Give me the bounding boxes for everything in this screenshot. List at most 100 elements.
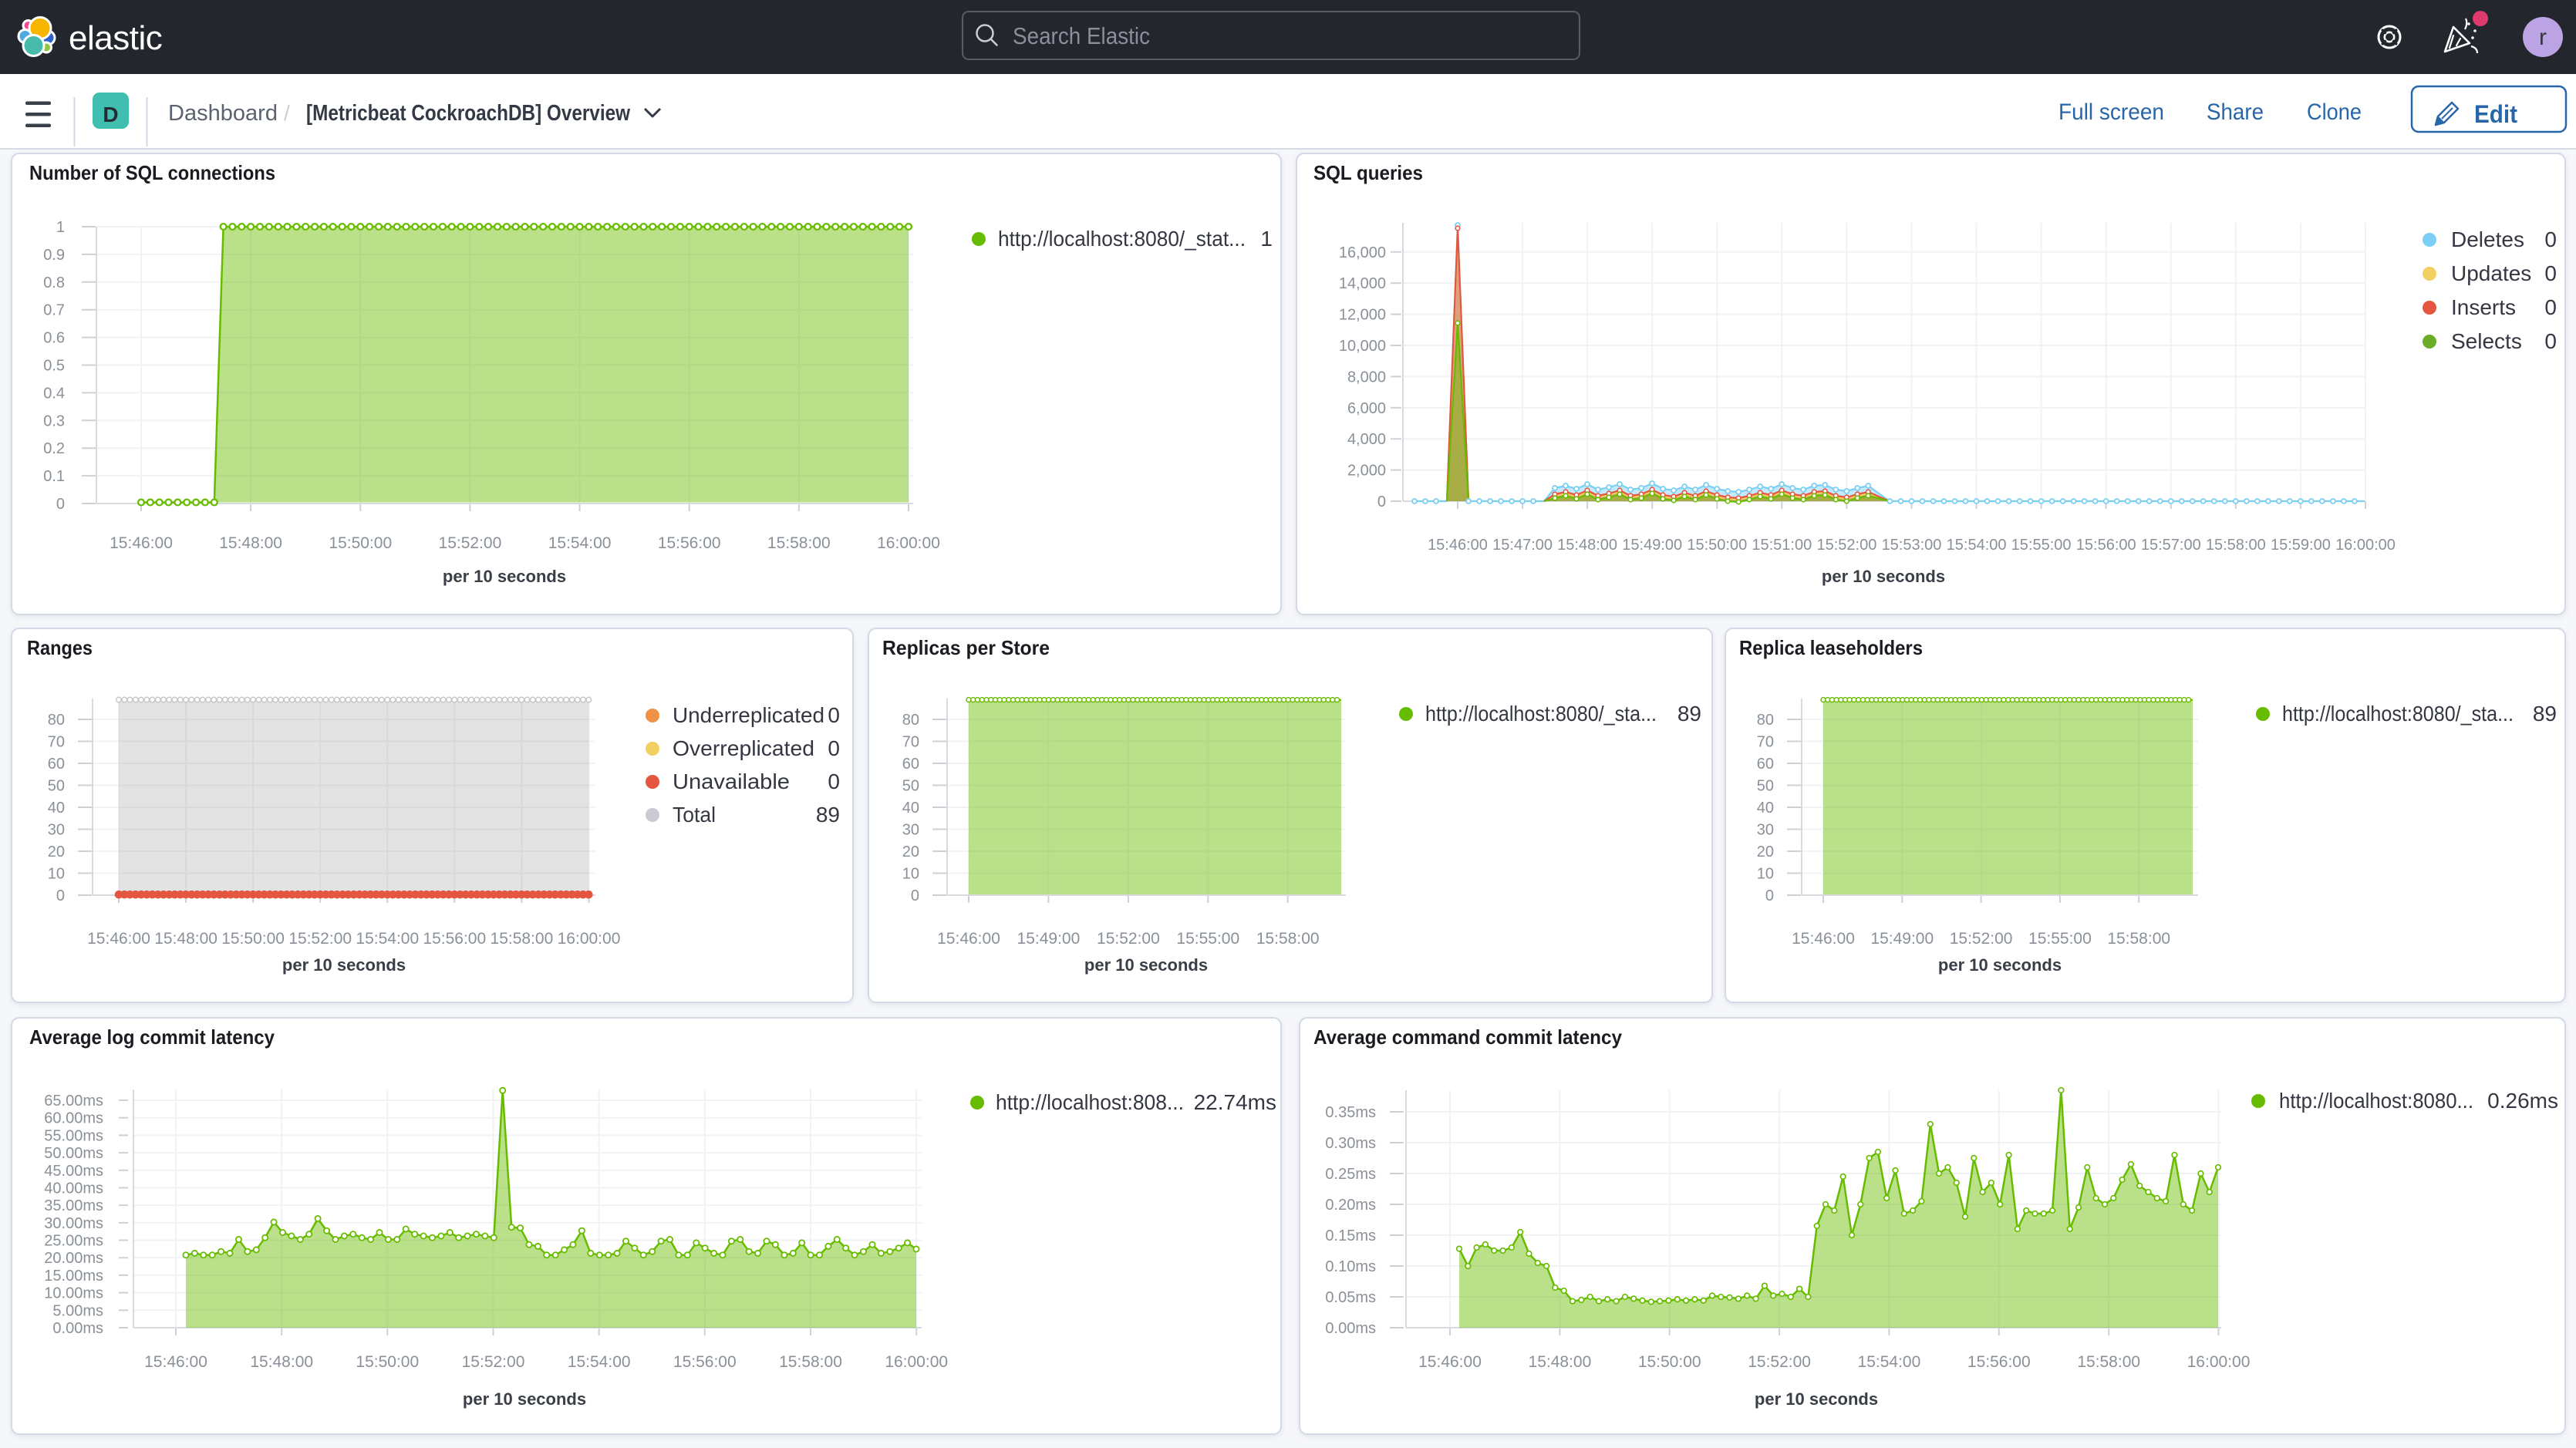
svg-text:0: 0 (1765, 887, 1774, 904)
svg-text:15:46:00: 15:46:00 (110, 534, 173, 552)
svg-text:0.15ms: 0.15ms (1325, 1227, 1376, 1244)
svg-text:16:00:00: 16:00:00 (877, 534, 940, 552)
svg-text:15:46:00: 15:46:00 (1418, 1353, 1482, 1371)
svg-text:15:47:00: 15:47:00 (1492, 537, 1553, 554)
svg-text:15:46:00: 15:46:00 (87, 930, 150, 948)
svg-text:http://localhost:8080...: http://localhost:8080... (2279, 1089, 2473, 1113)
svg-text:Total: Total (673, 803, 716, 827)
svg-text:15:50:00: 15:50:00 (356, 1353, 419, 1371)
svg-text:15.00ms: 15.00ms (44, 1268, 103, 1285)
svg-text:15:56:00: 15:56:00 (658, 534, 721, 552)
svg-text:15:53:00: 15:53:00 (1882, 537, 1942, 554)
svg-text:per 10 seconds: per 10 seconds (463, 1389, 586, 1409)
svg-text:20: 20 (902, 844, 919, 860)
svg-text:/: / (284, 101, 290, 125)
svg-text:50: 50 (902, 778, 919, 795)
svg-text:0.10ms: 0.10ms (1325, 1258, 1376, 1275)
svg-text:SQL queries: SQL queries (1313, 161, 1423, 184)
svg-text:Number of SQL connections: Number of SQL connections (29, 161, 275, 184)
svg-text:0: 0 (56, 496, 65, 513)
svg-text:0: 0 (828, 769, 840, 793)
svg-text:16,000: 16,000 (1339, 244, 1386, 261)
svg-text:70: 70 (48, 734, 65, 751)
svg-text:Full screen: Full screen (2058, 99, 2164, 125)
svg-text:Dashboard: Dashboard (168, 101, 278, 126)
svg-text:per 10 seconds: per 10 seconds (1755, 1389, 1878, 1409)
svg-text:Ranges: Ranges (27, 636, 93, 659)
svg-text:0.26ms: 0.26ms (2487, 1089, 2558, 1113)
svg-text:15:55:00: 15:55:00 (2028, 930, 2092, 948)
svg-text:50: 50 (48, 778, 65, 795)
svg-text:15:49:00: 15:49:00 (1622, 537, 1682, 554)
svg-text:15:46:00: 15:46:00 (1428, 537, 1488, 554)
svg-text:15:58:00: 15:58:00 (1256, 930, 1320, 948)
svg-text:30: 30 (48, 822, 65, 839)
svg-text:0.30ms: 0.30ms (1325, 1135, 1376, 1152)
svg-text:15:58:00: 15:58:00 (767, 534, 831, 552)
svg-text:D: D (103, 103, 118, 126)
svg-text:0.6: 0.6 (43, 330, 65, 347)
svg-text:Average command commit latency: Average command commit latency (1313, 1025, 1623, 1049)
svg-text:89: 89 (1677, 702, 1701, 726)
svg-text:50.00ms: 50.00ms (44, 1145, 103, 1162)
svg-text:50: 50 (1757, 778, 1774, 795)
svg-text:60.00ms: 60.00ms (44, 1110, 103, 1127)
svg-text:89: 89 (2533, 702, 2557, 726)
svg-text:0: 0 (2544, 329, 2557, 353)
svg-text:http://localhost:8080/_stat...: http://localhost:8080/_stat... (998, 227, 1246, 251)
svg-text:0: 0 (56, 887, 65, 904)
svg-text:0.25ms: 0.25ms (1325, 1166, 1376, 1183)
svg-text:25.00ms: 25.00ms (44, 1233, 103, 1250)
svg-text:70: 70 (902, 734, 919, 751)
svg-text:16:00:00: 16:00:00 (2187, 1353, 2251, 1371)
svg-text:40.00ms: 40.00ms (44, 1180, 103, 1197)
svg-text:35.00ms: 35.00ms (44, 1197, 103, 1214)
svg-text:per 10 seconds: per 10 seconds (282, 955, 406, 975)
svg-text:15:48:00: 15:48:00 (219, 534, 282, 552)
svg-text:4,000: 4,000 (1347, 431, 1386, 448)
svg-text:0: 0 (2544, 295, 2557, 319)
svg-text:16:00:00: 16:00:00 (558, 930, 621, 948)
svg-text:15:56:00: 15:56:00 (423, 930, 486, 948)
svg-text:Inserts: Inserts (2451, 295, 2516, 319)
svg-text:Edit: Edit (2474, 100, 2517, 128)
svg-text:40: 40 (48, 800, 65, 817)
svg-text:15:48:00: 15:48:00 (1557, 537, 1617, 554)
svg-text:0.05ms: 0.05ms (1325, 1289, 1376, 1306)
svg-text:12,000: 12,000 (1339, 307, 1386, 324)
svg-text:14,000: 14,000 (1339, 275, 1386, 292)
svg-text:[Metricbeat CockroachDB] Overv: [Metricbeat CockroachDB] Overview (306, 101, 630, 126)
svg-text:15:48:00: 15:48:00 (1529, 1353, 1592, 1371)
svg-text:16:00:00: 16:00:00 (2335, 537, 2396, 554)
svg-text:20: 20 (1757, 844, 1774, 860)
svg-text:0.8: 0.8 (43, 274, 65, 291)
svg-text:0.1: 0.1 (43, 468, 65, 485)
svg-text:22.74ms: 22.74ms (1194, 1090, 1276, 1114)
svg-text:60: 60 (1757, 756, 1774, 773)
svg-text:Deletes: Deletes (2451, 227, 2524, 251)
svg-text:Share: Share (2207, 99, 2264, 125)
svg-text:0.5: 0.5 (43, 358, 65, 375)
svg-text:70: 70 (1757, 734, 1774, 751)
svg-text:http://localhost:8080/_sta...: http://localhost:8080/_sta... (1425, 702, 1657, 726)
svg-text:5.00ms: 5.00ms (52, 1302, 103, 1319)
svg-text:80: 80 (1757, 712, 1774, 729)
svg-text:r: r (2539, 25, 2547, 50)
svg-text:40: 40 (902, 800, 919, 817)
svg-text:15:49:00: 15:49:00 (1870, 930, 1934, 948)
svg-text:15:54:00: 15:54:00 (568, 1353, 631, 1371)
svg-text:0.3: 0.3 (43, 413, 65, 429)
svg-text:2,000: 2,000 (1347, 463, 1386, 480)
svg-text:15:57:00: 15:57:00 (2141, 537, 2201, 554)
svg-text:10: 10 (902, 866, 919, 883)
svg-text:15:58:00: 15:58:00 (2107, 930, 2170, 948)
svg-text:Average log commit latency: Average log commit latency (29, 1025, 275, 1049)
svg-text:15:54:00: 15:54:00 (548, 534, 612, 552)
svg-text:15:51:00: 15:51:00 (1752, 537, 1812, 554)
svg-text:15:56:00: 15:56:00 (2076, 537, 2136, 554)
svg-text:20: 20 (48, 844, 65, 860)
svg-text:30: 30 (902, 822, 919, 839)
svg-text:Replicas per Store: Replicas per Store (882, 636, 1050, 659)
svg-text:15:50:00: 15:50:00 (1638, 1353, 1701, 1371)
svg-text:0: 0 (2544, 261, 2557, 285)
